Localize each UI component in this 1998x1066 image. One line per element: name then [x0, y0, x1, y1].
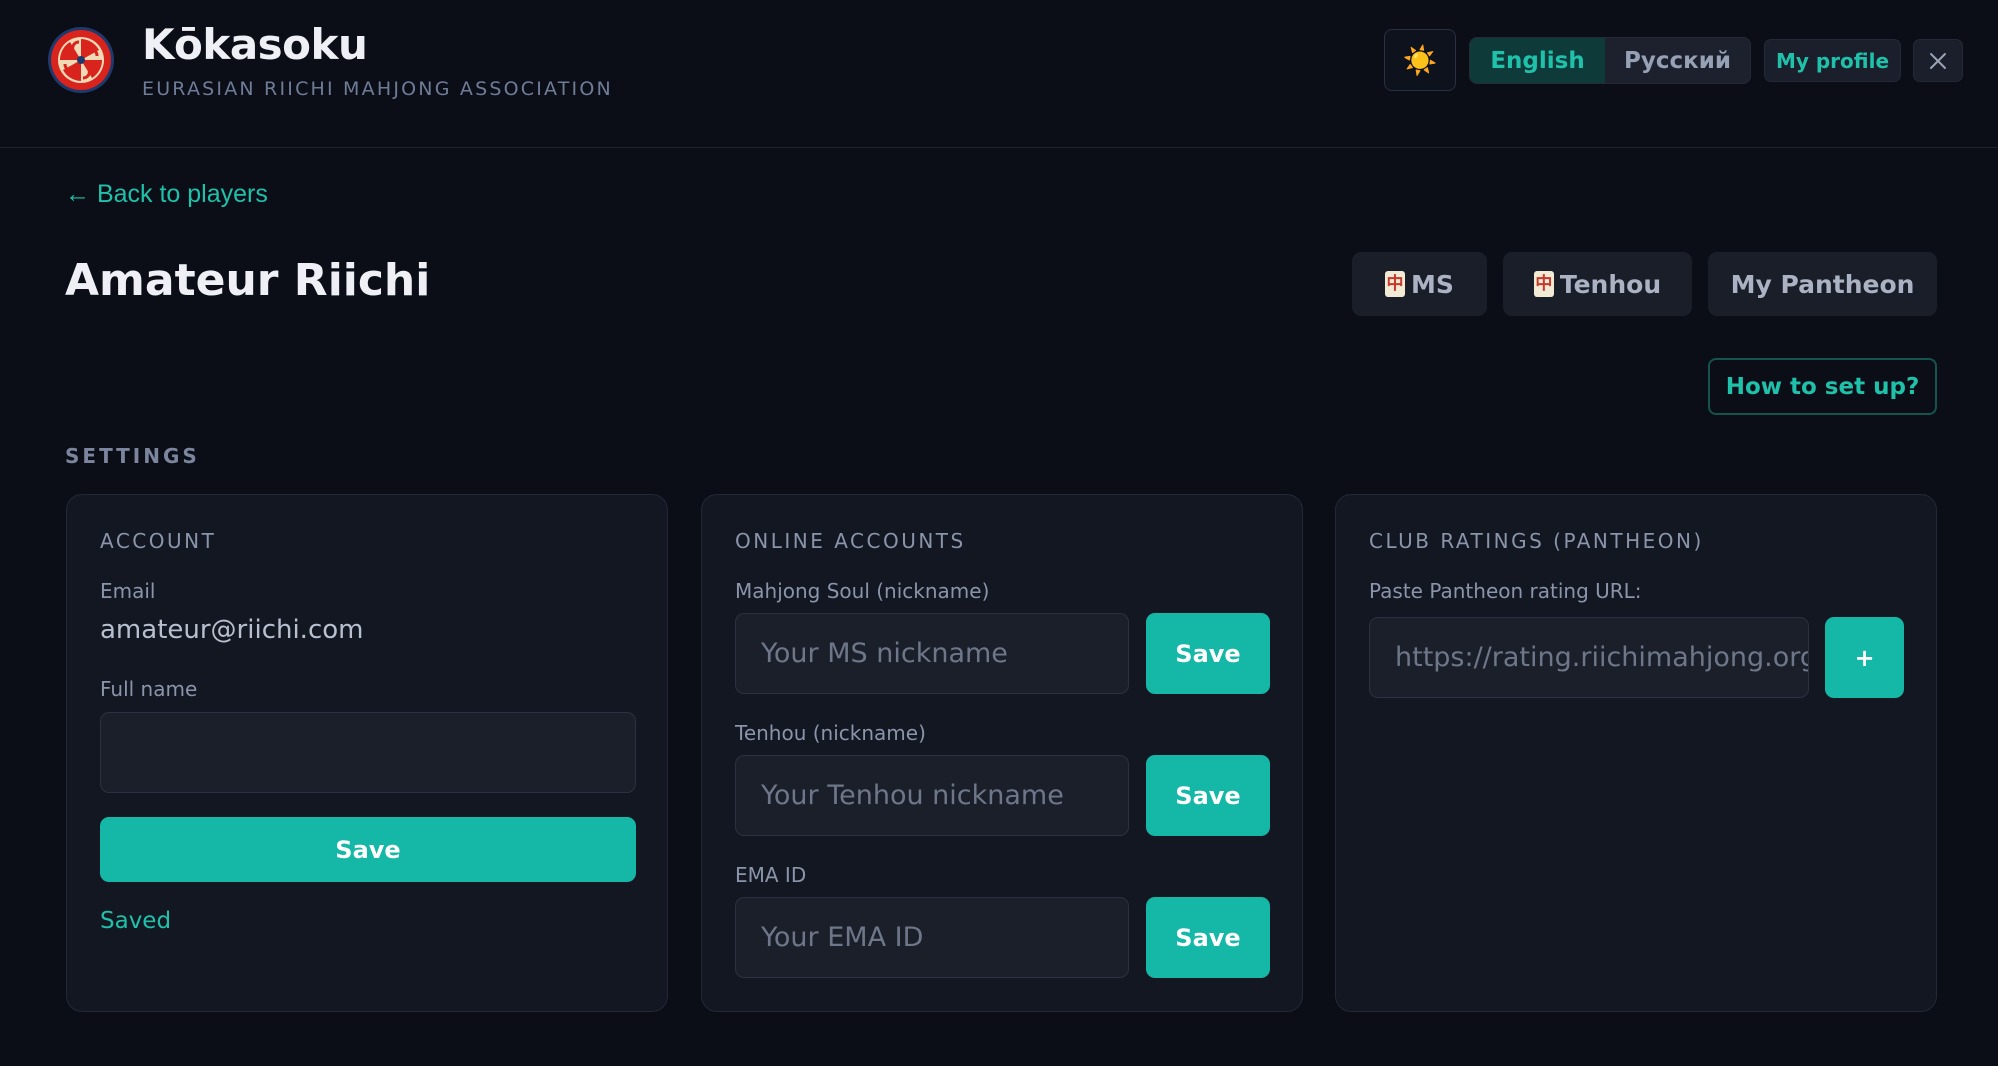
ms-save-button[interactable]: Save	[1146, 613, 1270, 694]
email-value: amateur@riichi.com	[100, 615, 364, 645]
account-card: ACCOUNT Email amateur@riichi.com Full na…	[66, 494, 668, 1012]
theme-toggle-button[interactable]: ☀️	[1384, 29, 1456, 91]
how-to-set-up-button[interactable]: How to set up?	[1708, 358, 1937, 415]
online-accounts-card-title: ONLINE ACCOUNTS	[735, 529, 966, 553]
brand-title: Kōkasoku	[142, 20, 368, 69]
saved-status: Saved	[100, 908, 172, 934]
my-profile-button[interactable]: My profile	[1764, 39, 1901, 82]
close-button[interactable]	[1913, 39, 1963, 82]
tenhou-chip-label: Tenhou	[1559, 269, 1662, 299]
ms-nickname-label: Mahjong Soul (nickname)	[735, 579, 990, 603]
add-pantheon-button[interactable]: +	[1825, 617, 1904, 698]
mahjong-tile-icon: 中	[1533, 271, 1554, 297]
tenhou-save-button[interactable]: Save	[1146, 755, 1270, 836]
account-save-button[interactable]: Save	[100, 817, 636, 882]
back-to-players-link[interactable]: ← Back to players	[65, 180, 268, 209]
language-switcher: English Русский	[1469, 37, 1751, 84]
tenhou-nickname-input[interactable]: Your Tenhou nickname	[735, 755, 1129, 836]
page-title: Amateur Riichi	[65, 255, 431, 306]
ms-nickname-input[interactable]: Your MS nickname	[735, 613, 1129, 694]
pantheon-url-label: Paste Pantheon rating URL:	[1369, 579, 1642, 603]
ms-chip-label: MS	[1411, 269, 1454, 299]
online-accounts-card: ONLINE ACCOUNTS Mahjong Soul (nickname) …	[701, 494, 1303, 1012]
my-pantheon-button[interactable]: My Pantheon	[1708, 252, 1937, 316]
account-card-title: ACCOUNT	[100, 529, 217, 553]
settings-section-label: SETTINGS	[65, 444, 200, 468]
logo-icon	[48, 27, 114, 93]
mahjong-tile-icon: 中	[1385, 271, 1406, 297]
tenhou-chip-button[interactable]: 中 Tenhou	[1503, 252, 1692, 316]
close-icon	[1930, 52, 1946, 69]
club-ratings-card: CLUB RATINGS (PANTHEON) Paste Pantheon r…	[1335, 494, 1937, 1012]
club-ratings-card-title: CLUB RATINGS (PANTHEON)	[1369, 529, 1704, 553]
full-name-label: Full name	[100, 677, 198, 701]
ema-id-input[interactable]: Your EMA ID	[735, 897, 1129, 978]
tenhou-nickname-label: Tenhou (nickname)	[735, 721, 926, 745]
ema-save-button[interactable]: Save	[1146, 897, 1270, 978]
pantheon-url-input[interactable]: https://rating.riichimahjong.org	[1369, 617, 1809, 698]
language-english[interactable]: English	[1470, 38, 1606, 83]
full-name-input[interactable]	[100, 712, 636, 793]
sun-icon: ☀️	[1402, 43, 1438, 77]
email-label: Email	[100, 579, 156, 603]
brand-subtitle: EURASIAN RIICHI MAHJONG ASSOCIATION	[142, 78, 613, 100]
header: Kōkasoku EURASIAN RIICHI MAHJONG ASSOCIA…	[0, 0, 1998, 148]
language-russian[interactable]: Русский	[1605, 38, 1750, 83]
ema-id-label: EMA ID	[735, 863, 807, 887]
ms-chip-button[interactable]: 中 MS	[1352, 252, 1487, 316]
